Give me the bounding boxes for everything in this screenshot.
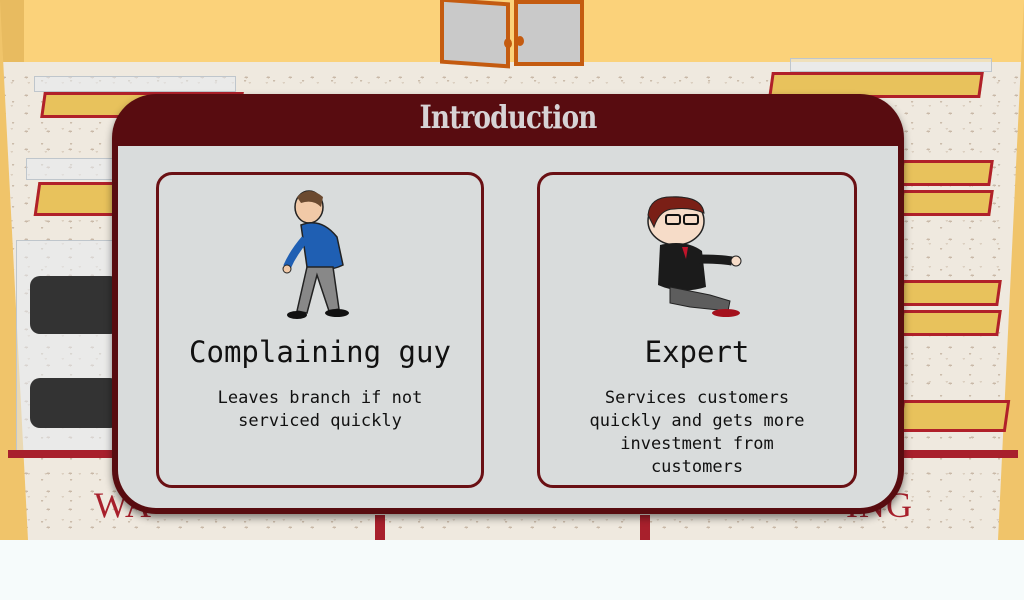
right-wall xyxy=(998,0,1024,540)
card-description: Leaves branch if not serviced quickly xyxy=(217,388,423,431)
waiting-sofa xyxy=(30,276,120,334)
divider-post xyxy=(640,515,650,540)
card-title: Complaining guy xyxy=(189,335,451,369)
teller-desk xyxy=(898,190,994,216)
teller-desk xyxy=(897,400,1011,432)
complaining-guy-icon xyxy=(282,190,349,319)
card-title: Expert xyxy=(644,335,750,369)
entrance-door xyxy=(440,0,588,70)
dialog-title: Introduction xyxy=(419,98,597,136)
desk-glass-divider xyxy=(790,58,992,72)
waiting-sofa xyxy=(30,378,120,428)
desk-glass-divider xyxy=(34,76,236,92)
door-right-leaf xyxy=(514,0,584,66)
door-left-leaf xyxy=(440,0,512,69)
teller-desk xyxy=(898,280,1002,306)
character-card-expert: Expert Services customers quickly and ge… xyxy=(537,172,857,488)
divider-post xyxy=(375,515,385,540)
teller-desk xyxy=(898,310,1002,336)
teller-desk xyxy=(898,160,994,186)
character-card-complaining-guy: Complaining guy Leaves branch if not ser… xyxy=(156,172,484,488)
card-description: Services customers quickly and gets more… xyxy=(589,388,805,477)
expert-icon xyxy=(647,196,742,317)
